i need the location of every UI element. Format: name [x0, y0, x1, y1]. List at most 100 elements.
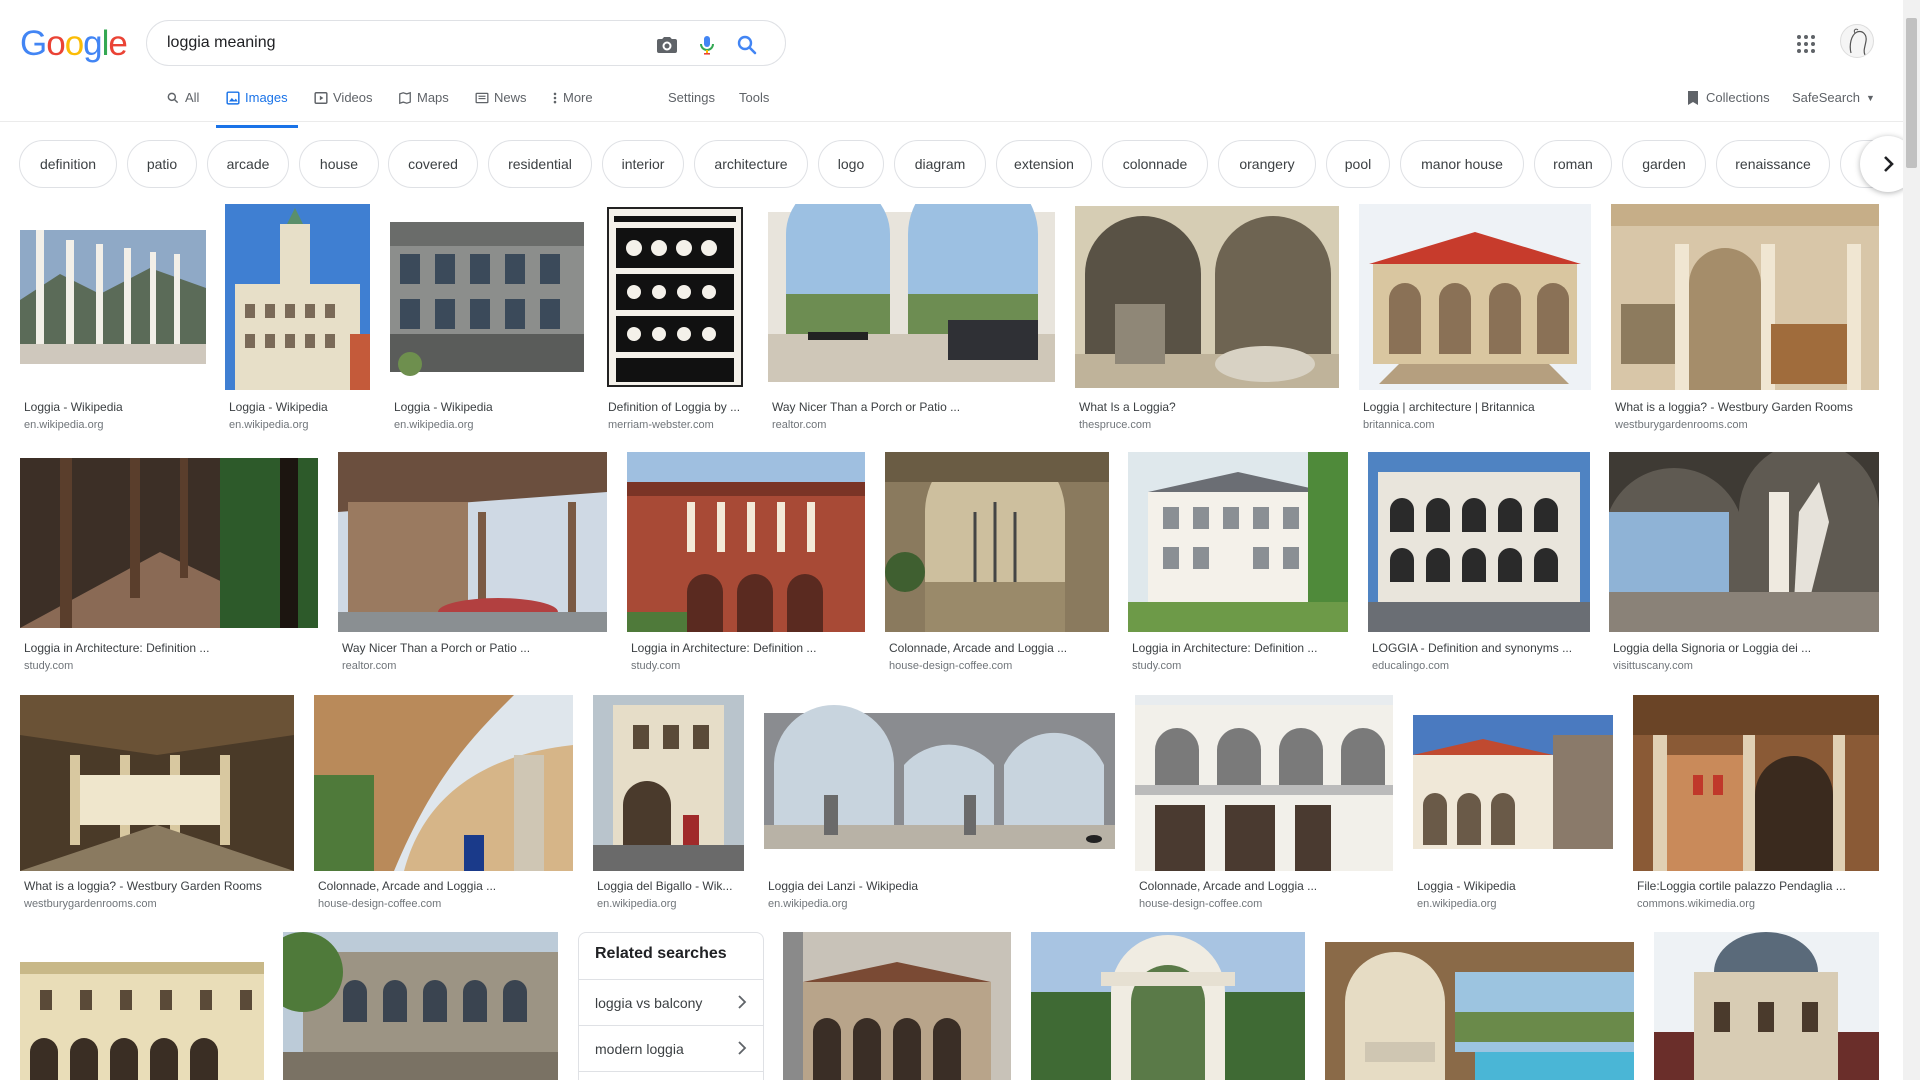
tab-more[interactable]: More [552, 90, 593, 122]
google-logo[interactable]: Google [20, 24, 128, 64]
result-thumbnail [283, 932, 558, 1080]
result-thumbnail [1609, 452, 1879, 632]
search-tabs: All Images Videos Maps News More Setting… [0, 84, 1920, 128]
result-title: What is a loggia? - Westbury Garden Room… [24, 879, 262, 893]
chip-pool[interactable]: pool [1326, 140, 1390, 188]
image-result[interactable]: Definition of Loggia by ... merriam-webs… [604, 204, 746, 434]
chip-patio[interactable]: patio [127, 140, 197, 188]
result-source: en.wikipedia.org [24, 419, 104, 431]
image-result[interactable]: Loggia - Wikipedia en.wikipedia.org [225, 204, 370, 434]
result-title: Loggia - Wikipedia [394, 400, 493, 414]
image-result[interactable]: LOGGIA - Definition and synonyms ... edu… [1368, 452, 1590, 674]
microphone-icon[interactable] [695, 33, 719, 57]
image-result[interactable]: What Is a Loggia? thespruce.com [1075, 204, 1339, 434]
result-thumbnail [20, 452, 318, 632]
chip-arcade[interactable]: arcade [207, 140, 289, 188]
chip-renaissance[interactable]: renaissance [1716, 140, 1830, 188]
tab-all[interactable]: All [166, 90, 199, 122]
result-thumbnail [593, 695, 744, 871]
image-result[interactable] [1031, 932, 1305, 1080]
tab-maps[interactable]: Maps [398, 90, 449, 122]
chip-house[interactable]: house [299, 140, 379, 188]
result-source: visittuscany.com [1613, 660, 1693, 672]
chip-diagram[interactable]: diagram [894, 140, 986, 188]
chip-architecture[interactable]: architecture [694, 140, 808, 188]
image-result[interactable]: Loggia - Wikipedia en.wikipedia.org [1413, 695, 1613, 917]
result-title: Way Nicer Than a Porch or Patio ... [772, 400, 961, 414]
chip-definition[interactable]: definition [19, 140, 117, 188]
chip-orangery[interactable]: orangery [1218, 140, 1316, 188]
bookmark-icon [1688, 91, 1698, 105]
chip-logo[interactable]: logo [818, 140, 884, 188]
tab-videos[interactable]: Videos [314, 90, 373, 122]
image-result[interactable]: Colonnade, Arcade and Loggia ... house-d… [1135, 695, 1393, 917]
collections-link[interactable]: Collections [1686, 90, 1770, 106]
search-icon[interactable] [735, 33, 759, 57]
result-title: Colonnade, Arcade and Loggia ... [1139, 879, 1318, 893]
image-result[interactable]: Loggia - Wikipedia en.wikipedia.org [20, 204, 206, 434]
result-source: house-design-coffee.com [318, 898, 442, 910]
scrollbar-thumb[interactable] [1906, 18, 1917, 168]
image-result[interactable] [1325, 932, 1634, 1080]
more-vert-icon [553, 92, 557, 104]
image-result[interactable]: Loggia - Wikipedia en.wikipedia.org [390, 204, 584, 434]
image-result[interactable]: Loggia | architecture | Britannica brita… [1359, 204, 1591, 434]
result-source: house-design-coffee.com [889, 660, 1013, 672]
result-thumbnail [1611, 204, 1879, 390]
image-result[interactable]: Colonnade, Arcade and Loggia ... house-d… [885, 452, 1109, 674]
camera-icon[interactable] [655, 33, 679, 57]
related-searches-panel: Related searches loggia vs balcony moder… [578, 932, 764, 1080]
result-title: Loggia | architecture | Britannica [1363, 400, 1535, 414]
result-thumbnail [1031, 932, 1305, 1080]
result-title: Loggia in Architecture: Definition ... [24, 641, 210, 655]
result-title: Loggia - Wikipedia [1417, 879, 1516, 893]
safesearch-dropdown[interactable]: SafeSearch ▼ [1792, 90, 1875, 105]
news-icon [475, 92, 489, 104]
tab-images[interactable]: Images [216, 90, 298, 128]
chip-garden[interactable]: garden [1622, 140, 1706, 188]
image-result[interactable]: What is a loggia? - Westbury Garden Room… [20, 695, 294, 917]
account-avatar[interactable] [1840, 24, 1874, 58]
page-scrollbar[interactable] [1903, 0, 1920, 1080]
image-result[interactable]: Way Nicer Than a Porch or Patio ... real… [768, 204, 1055, 434]
apps-grid-icon[interactable] [1795, 33, 1817, 55]
chip-extension[interactable]: extension [996, 140, 1092, 188]
chip-manor-house[interactable]: manor house [1400, 140, 1524, 188]
chip-covered[interactable]: covered [388, 140, 478, 188]
image-result[interactable]: Loggia del Bigallo - Wik... en.wikipedia… [593, 695, 744, 917]
image-result[interactable]: Loggia in Architecture: Definition ... s… [1128, 452, 1348, 674]
result-thumbnail [1135, 695, 1393, 871]
result-source: commons.wikimedia.org [1637, 898, 1755, 910]
result-thumbnail [1633, 695, 1879, 871]
tools-link[interactable]: Tools [739, 90, 769, 105]
image-result[interactable]: Colonnade, Arcade and Loggia ... house-d… [314, 695, 573, 917]
image-result[interactable]: Way Nicer Than a Porch or Patio ... real… [338, 452, 607, 674]
image-result[interactable]: What is a loggia? - Westbury Garden Room… [1611, 204, 1879, 434]
image-result[interactable]: Loggia della Signoria or Loggia dei ... … [1609, 452, 1879, 674]
image-result[interactable] [783, 932, 1011, 1080]
chip-interior[interactable]: interior [602, 140, 684, 188]
result-source: en.wikipedia.org [597, 898, 677, 910]
search-input[interactable] [167, 31, 627, 55]
related-search-item[interactable]: loggia vs balcony [579, 979, 763, 1025]
chip-roman[interactable]: roman [1534, 140, 1612, 188]
chip-residential[interactable]: residential [488, 140, 592, 188]
refinement-chips: definition patio arcade house covered re… [0, 138, 1920, 188]
image-result[interactable]: Loggia in Architecture: Definition ... s… [20, 452, 318, 674]
result-source: britannica.com [1363, 419, 1435, 431]
result-source: en.wikipedia.org [768, 898, 848, 910]
chip-colonnade[interactable]: colonnade [1102, 140, 1208, 188]
image-icon [226, 91, 240, 105]
tab-news[interactable]: News [475, 90, 527, 122]
image-result[interactable]: File:Loggia cortile palazzo Pendaglia ..… [1633, 695, 1879, 917]
image-result[interactable] [1654, 932, 1879, 1080]
result-source: westburygardenrooms.com [24, 898, 157, 910]
image-result[interactable] [283, 932, 558, 1080]
image-result[interactable] [20, 932, 264, 1080]
result-thumbnail [885, 452, 1109, 632]
image-result[interactable]: Loggia in Architecture: Definition ... s… [627, 452, 865, 674]
settings-link[interactable]: Settings [668, 90, 715, 105]
image-result[interactable]: Loggia dei Lanzi - Wikipedia en.wikipedi… [764, 695, 1115, 917]
related-search-item[interactable] [579, 1071, 763, 1080]
related-search-item[interactable]: modern loggia [579, 1025, 763, 1071]
